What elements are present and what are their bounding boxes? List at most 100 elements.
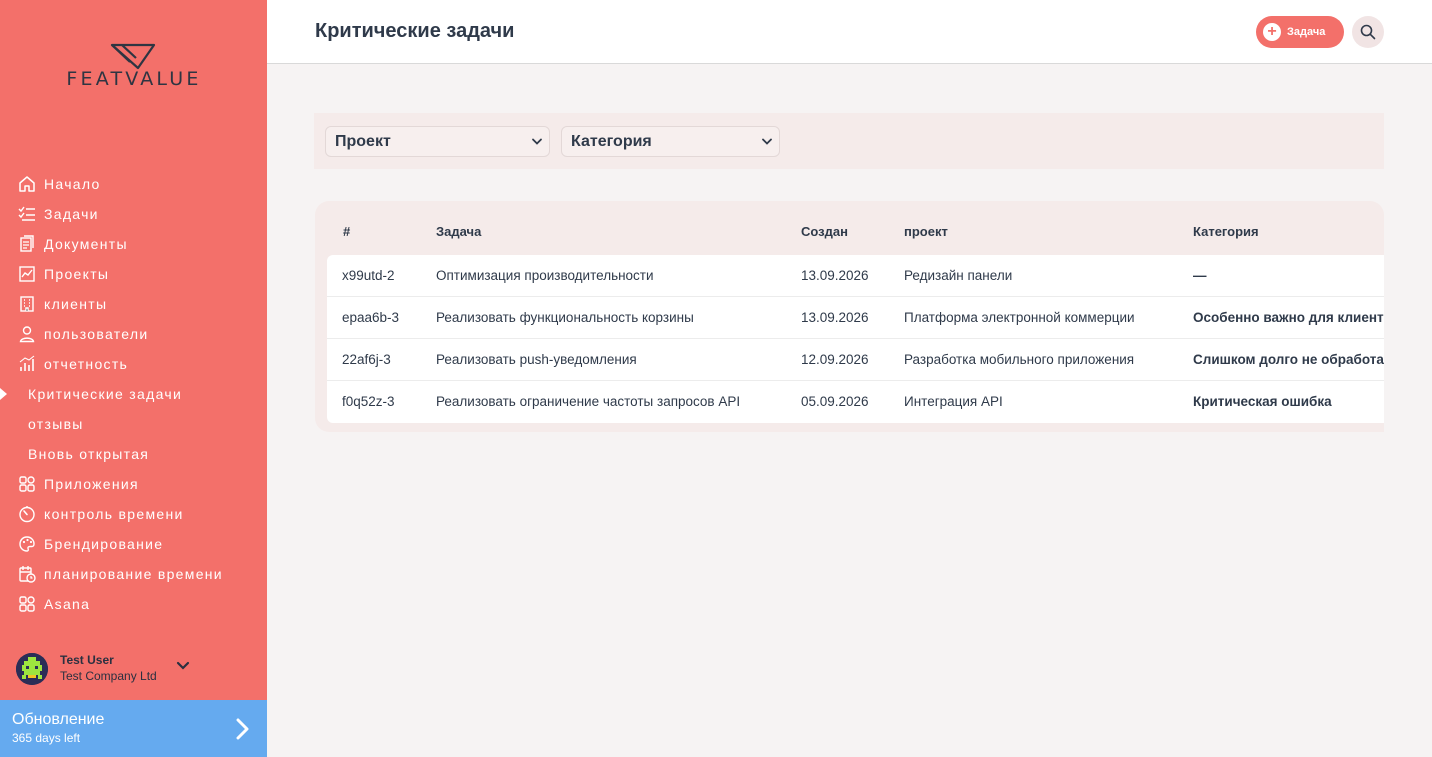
add-task-button[interactable]: + Задача	[1256, 16, 1344, 48]
cell-created-date: 13.09.2026	[801, 310, 869, 325]
cell-category: Критическая ошибка	[1193, 394, 1332, 409]
sidebar-item-building-4[interactable]: клиенты	[0, 289, 267, 319]
upgrade-days-left: 365 days left	[12, 731, 81, 745]
calendar-clock-icon	[18, 565, 36, 583]
table-row[interactable]: 22af6j-3 Реализовать push-уведомления 12.0…	[327, 339, 1384, 381]
cell-task-name: Реализовать функциональность корзины	[436, 310, 694, 325]
cell-created-date: 05.09.2026	[801, 394, 869, 409]
sidebar-item-label: отчетность	[44, 356, 129, 372]
documents-icon	[18, 235, 36, 253]
brand-name: FEATVALUE	[66, 68, 202, 90]
sidebar-item-label: контроль времени	[44, 506, 184, 522]
table-row[interactable]: epaa6b-3 Реализовать функциональность кор…	[327, 297, 1384, 339]
sidebar-item-label: Вновь открытая	[28, 446, 150, 462]
table-row[interactable]: f0q52z-3 Реализовать ограничение частоты …	[327, 381, 1384, 423]
category-filter-value: Категория	[571, 132, 652, 150]
sidebar-item-label: отзывы	[28, 416, 84, 432]
cell-created-date: 12.09.2026	[801, 352, 869, 367]
column-header-project[interactable]: проект	[904, 224, 948, 239]
home-icon	[18, 175, 36, 193]
chevron-down-icon	[532, 138, 542, 145]
cell-project-name: Разработка мобильного приложения	[904, 352, 1135, 367]
sidebar-item-critical-tasks[interactable]: Критические задачи	[0, 379, 267, 409]
user-name: Test User	[60, 653, 114, 667]
cell-category: —	[1193, 268, 1207, 283]
user-icon	[18, 325, 36, 343]
sidebar-item-label: пользователи	[44, 326, 149, 342]
cell-task-name: Реализовать push-уведомления	[436, 352, 637, 367]
sidebar-item-label: Проекты	[44, 266, 110, 282]
chevron-down-icon	[762, 138, 772, 145]
sidebar-nav: Начало Задачи Документы Проекты клиенты польз…	[0, 169, 267, 619]
cell-task-id: x99utd-2	[342, 268, 395, 283]
sidebar-item-label: Документы	[44, 236, 128, 252]
apps-icon	[18, 475, 36, 493]
cell-category: Особенно важно для клиента	[1193, 310, 1384, 325]
sidebar-item-label: Критические задачи	[28, 386, 183, 402]
upgrade-title: Обновление	[12, 711, 105, 728]
sidebar-item-documents-2[interactable]: Документы	[0, 229, 267, 259]
table-row[interactable]: x99utd-2 Оптимизация производительности 13…	[327, 255, 1384, 297]
cell-category: Слишком долго не обработан	[1193, 352, 1384, 367]
sidebar-item-sub-8[interactable]: отзывы	[0, 409, 267, 439]
sidebar-item-sub-9[interactable]: Вновь открытая	[0, 439, 267, 469]
sidebar-item-palette-12[interactable]: Брендирование	[0, 529, 267, 559]
project-filter-select[interactable]: Проект	[325, 126, 550, 157]
sidebar-item-label: Asana	[44, 596, 91, 612]
sidebar-item-label: Приложения	[44, 476, 139, 492]
cell-task-id: 22af6j-3	[342, 352, 391, 367]
brand-logo[interactable]: FEATVALUE	[46, 42, 222, 92]
filter-bar: Проект Категория	[314, 113, 1384, 169]
sidebar-item-label: Брендирование	[44, 536, 164, 552]
avatar	[16, 653, 48, 685]
sidebar-item-label: Задачи	[44, 206, 99, 222]
sidebar-item-projects-3[interactable]: Проекты	[0, 259, 267, 289]
project-filter-value: Проект	[335, 132, 391, 150]
cell-created-date: 13.09.2026	[801, 268, 869, 283]
cell-project-name: Интеграция API	[904, 394, 1003, 409]
palette-icon	[18, 535, 36, 553]
plus-icon: +	[1263, 23, 1281, 41]
sidebar-item-label: клиенты	[44, 296, 108, 312]
chevron-right-icon	[236, 718, 249, 740]
sidebar: FEATVALUE Начало Задачи Документы Проекты кл…	[0, 0, 267, 757]
sidebar-item-chart-6[interactable]: отчетность	[0, 349, 267, 379]
chart-icon	[18, 355, 36, 373]
cell-task-id: f0q52z-3	[342, 394, 395, 409]
sidebar-item-timer-11[interactable]: контроль времени	[0, 499, 267, 529]
sidebar-item-apps-14[interactable]: Asana	[0, 589, 267, 619]
sidebar-item-label: Начало	[44, 176, 101, 192]
sidebar-item-tasks-1[interactable]: Задачи	[0, 199, 267, 229]
add-task-label: Задача	[1287, 26, 1326, 38]
search-icon	[1360, 24, 1376, 40]
pixel-avatar-icon	[16, 653, 48, 685]
critical-tasks-table: # Задача Создан проект Категория x99utd-…	[315, 201, 1384, 432]
table-body: x99utd-2 Оптимизация производительности 13…	[327, 255, 1384, 423]
page-header: Критические задачи + Задача	[267, 0, 1432, 64]
upgrade-banner[interactable]: Обновление 365 days left	[0, 700, 267, 757]
tasks-icon	[18, 205, 36, 223]
category-filter-select[interactable]: Категория	[561, 126, 780, 157]
page-title: Критические задачи	[315, 20, 515, 42]
column-header-created[interactable]: Создан	[801, 224, 848, 239]
column-header-task[interactable]: Задача	[436, 224, 481, 239]
sidebar-item-label: планирование времени	[44, 566, 223, 582]
sidebar-item-home-0[interactable]: Начало	[0, 169, 267, 199]
search-button[interactable]	[1352, 16, 1384, 48]
cell-project-name: Платформа электронной коммерции	[904, 310, 1135, 325]
chevron-down-icon[interactable]	[176, 661, 190, 671]
timer-icon	[18, 505, 36, 523]
user-menu[interactable]: Test User Test Company Ltd	[16, 652, 256, 688]
cell-project-name: Редизайн панели	[904, 268, 1013, 283]
building-icon	[18, 295, 36, 313]
column-header-category[interactable]: Категория	[1193, 224, 1259, 239]
sidebar-item-user-5[interactable]: пользователи	[0, 319, 267, 349]
sidebar-item-calendar-clock-13[interactable]: планирование времени	[0, 559, 267, 589]
projects-icon	[18, 265, 36, 283]
cell-task-name: Оптимизация производительности	[436, 268, 654, 283]
sidebar-item-apps-10[interactable]: Приложения	[0, 469, 267, 499]
user-company: Test Company Ltd	[60, 669, 157, 683]
column-header-id[interactable]: #	[343, 224, 350, 239]
cell-task-id: epaa6b-3	[342, 310, 400, 325]
cell-task-name: Реализовать ограничение частоты запросов…	[436, 394, 741, 409]
